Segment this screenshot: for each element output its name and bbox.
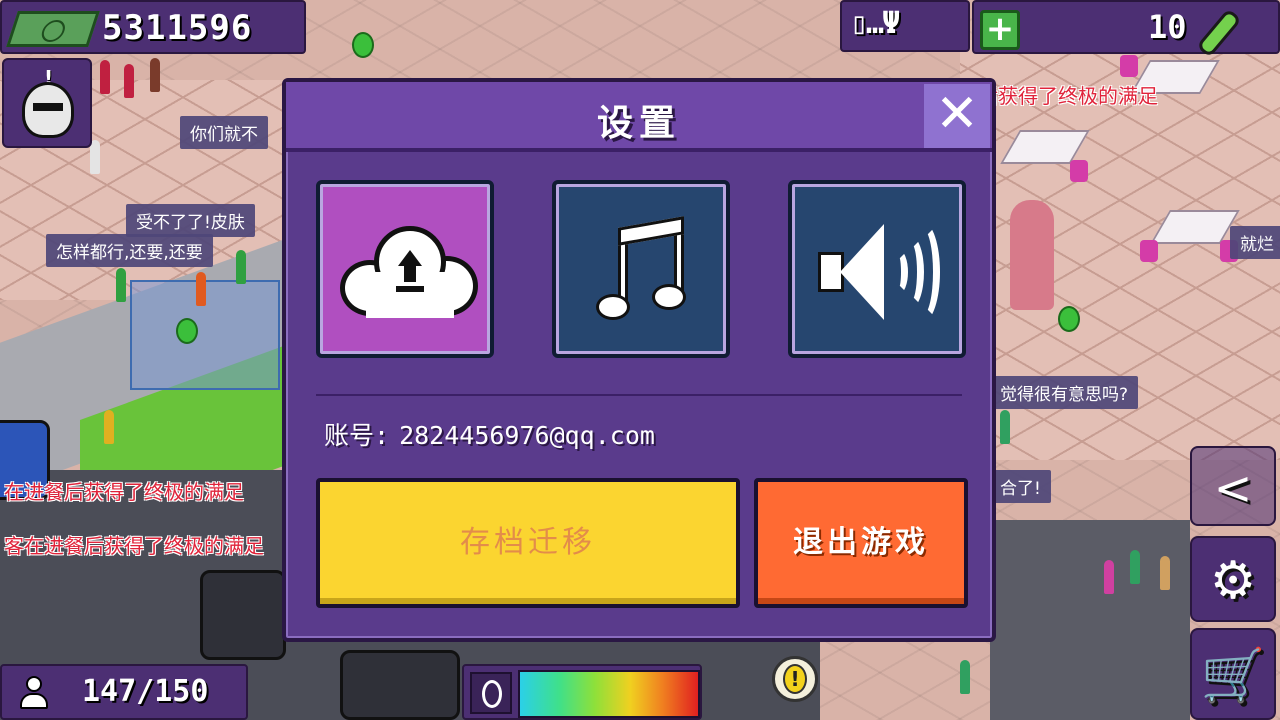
sound-toggle[interactable] xyxy=(788,180,966,358)
speaker-icon xyxy=(818,220,948,324)
account-info: 账号: 2824456976@qq.com xyxy=(324,416,655,452)
save-migration-button[interactable]: 存档迁移 xyxy=(316,478,740,608)
cloud-upload-icon xyxy=(340,226,478,322)
music-toggle[interactable] xyxy=(552,180,730,358)
music-note-icon xyxy=(596,216,696,322)
dialog-title: 设置 xyxy=(596,103,681,144)
divider xyxy=(316,394,962,396)
cloud-save-toggle[interactable] xyxy=(316,180,494,358)
account-value: 2824456976@qq.com xyxy=(399,421,655,450)
close-button[interactable]: ✕ xyxy=(924,84,990,148)
account-label: 账号: xyxy=(324,421,390,450)
exit-game-button[interactable]: 退出游戏 xyxy=(754,478,968,608)
settings-dialog: 设置 ✕ 账号: 2824456976@qq.com 存档迁移 退出游戏 xyxy=(282,78,996,642)
dialog-header: 设置 ✕ xyxy=(286,82,992,152)
